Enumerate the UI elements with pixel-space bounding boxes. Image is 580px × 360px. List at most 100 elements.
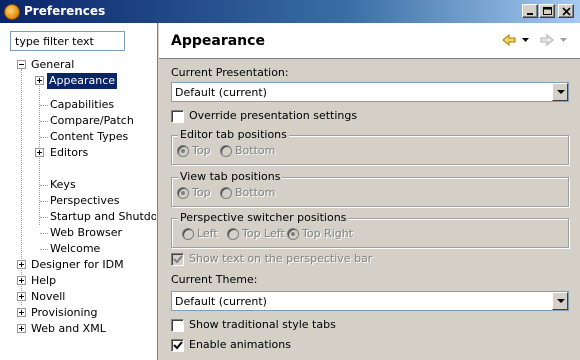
tree-line xyxy=(40,233,48,234)
minimize-button[interactable] xyxy=(522,4,538,18)
filter-placeholder: type filter text xyxy=(15,34,94,48)
tree-item-designer-for-idm[interactable]: Designer for IDM xyxy=(16,257,156,273)
expand-icon[interactable] xyxy=(17,324,26,333)
tree-line xyxy=(40,121,48,122)
switcher-top-right-label: Top Right xyxy=(302,227,354,240)
close-icon xyxy=(562,7,571,16)
view-tab-top-radio[interactable] xyxy=(177,187,189,199)
tree-item-label: Welcome xyxy=(50,242,101,255)
tree-line xyxy=(40,105,48,106)
expand-icon[interactable] xyxy=(17,260,26,269)
editor-tab-top-radio[interactable] xyxy=(177,145,189,157)
tree-item-perspectives[interactable]: Perspectives xyxy=(50,193,156,209)
tree-item-label: General xyxy=(31,58,75,71)
view-tab-bottom-label: Bottom xyxy=(235,186,276,199)
tree-item-keys[interactable]: Keys xyxy=(50,177,156,193)
view-tab-positions-group: View tab positions Top Bottom xyxy=(171,170,569,207)
view-tab-bottom-radio[interactable] xyxy=(220,187,232,199)
forward-arrow-icon[interactable] xyxy=(540,34,554,46)
filter-input[interactable]: type filter text xyxy=(10,31,125,51)
enable-animations-checkbox-box[interactable] xyxy=(171,339,184,352)
tree-item-general[interactable]: General xyxy=(16,57,156,73)
forward-dropdown-icon[interactable] xyxy=(560,38,568,43)
tree-item-label: Web Browser xyxy=(50,226,123,239)
tree-item-label: Content Types xyxy=(50,130,129,143)
title-bar: Preferences xyxy=(0,0,580,23)
page-title: Appearance xyxy=(171,33,265,49)
override-checkbox-box[interactable] xyxy=(171,110,184,123)
tree-item-label: Designer for IDM xyxy=(31,258,124,271)
perspective-switcher-positions-group: Perspective switcher positions Left Top … xyxy=(171,211,569,248)
show-text-checkbox-label: Show text on the perspective bar xyxy=(189,252,373,265)
tree-item-label: Novell xyxy=(31,290,66,303)
show-text-perspective-bar-checkbox[interactable]: Show text on the perspective bar xyxy=(171,251,431,267)
editor-tab-positions-group: Editor tab positions Top Bottom xyxy=(171,128,569,165)
tree-item-startup-and-shutdown[interactable]: Startup and Shutdown xyxy=(50,209,156,225)
current-presentation-label: Current Presentation: xyxy=(171,66,289,79)
tree-item-label: Compare/Patch xyxy=(50,114,134,127)
minimize-icon xyxy=(527,13,533,15)
close-button[interactable] xyxy=(558,4,574,18)
app-icon xyxy=(4,4,20,20)
tree-item-label: Web and XML xyxy=(31,322,106,335)
tree-line xyxy=(40,201,48,202)
override-checkbox-label: Override presentation settings xyxy=(189,109,358,122)
override-presentation-checkbox[interactable]: Override presentation settings xyxy=(171,108,431,124)
tree-item-welcome[interactable]: Welcome xyxy=(50,241,156,257)
tree-item-web-browser[interactable]: Web Browser xyxy=(50,225,156,241)
current-theme-label: Current Theme: xyxy=(171,273,258,286)
tree-line xyxy=(40,217,48,218)
tree-line xyxy=(40,137,48,138)
tree-line xyxy=(40,249,48,250)
traditional-tabs-checkbox[interactable]: Show traditional style tabs xyxy=(171,317,391,333)
editor-tab-positions-title: Editor tab positions xyxy=(178,128,289,141)
tree-item-help[interactable]: Help xyxy=(16,273,156,289)
switcher-left-label: Left xyxy=(197,227,218,240)
current-theme-select[interactable]: Default (current) xyxy=(171,291,569,311)
view-tab-positions-title: View tab positions xyxy=(178,170,283,183)
page-header: Appearance xyxy=(159,23,580,59)
tree-item-content-types[interactable]: Content Types xyxy=(50,129,156,145)
switcher-left-radio[interactable] xyxy=(182,228,194,240)
switcher-top-right-radio[interactable] xyxy=(287,228,299,240)
dropdown-arrow-icon[interactable] xyxy=(552,292,568,310)
perspective-switcher-title: Perspective switcher positions xyxy=(178,211,349,224)
current-presentation-select[interactable]: Default (current) xyxy=(171,82,569,102)
tree-item-compare-patch[interactable]: Compare/Patch xyxy=(50,113,156,129)
checkmark-icon xyxy=(173,341,183,350)
traditional-tabs-checkbox-label: Show traditional style tabs xyxy=(189,318,336,331)
preference-page: Appearance Current Presentation: Default… xyxy=(159,23,580,360)
current-theme-value: Default (current) xyxy=(175,295,267,308)
traditional-tabs-checkbox-box[interactable] xyxy=(171,319,184,332)
show-text-checkbox-box[interactable] xyxy=(171,253,184,266)
tree-item-provisioning[interactable]: Provisioning xyxy=(16,305,156,321)
tree-line xyxy=(40,185,48,186)
back-arrow-icon[interactable] xyxy=(502,34,516,46)
editor-tab-bottom-label: Bottom xyxy=(235,144,276,157)
expand-icon[interactable] xyxy=(17,292,26,301)
preference-tree-pane: type filter text General Appearance Capa… xyxy=(0,23,158,360)
window-title: Preferences xyxy=(24,4,106,18)
expand-icon[interactable] xyxy=(35,148,44,157)
expand-icon[interactable] xyxy=(17,276,26,285)
tree-item-label: Capabilities xyxy=(50,98,115,111)
editor-tab-bottom-radio[interactable] xyxy=(220,145,232,157)
tree-item-novell[interactable]: Novell xyxy=(16,289,156,305)
collapse-icon[interactable] xyxy=(17,60,26,69)
tree-item-editors[interactable]: Editors xyxy=(34,145,156,161)
enable-animations-checkbox[interactable]: Enable animations xyxy=(171,337,351,353)
maximize-button[interactable] xyxy=(539,4,555,18)
enable-animations-checkbox-label: Enable animations xyxy=(189,338,291,351)
expand-icon[interactable] xyxy=(35,76,44,85)
tree-item-label: Editors xyxy=(50,146,89,159)
current-presentation-value: Default (current) xyxy=(175,86,267,99)
tree-item-capabilities[interactable]: Capabilities xyxy=(50,97,156,113)
tree-item-label: Help xyxy=(31,274,57,287)
back-dropdown-icon[interactable] xyxy=(522,38,530,43)
switcher-top-left-radio[interactable] xyxy=(227,228,239,240)
dropdown-arrow-icon[interactable] xyxy=(552,83,568,101)
checkmark-icon xyxy=(173,255,183,264)
tree-item-appearance[interactable]: Appearance xyxy=(34,72,156,90)
tree-item-web-and-xml[interactable]: Web and XML xyxy=(16,321,156,337)
expand-icon[interactable] xyxy=(17,308,26,317)
